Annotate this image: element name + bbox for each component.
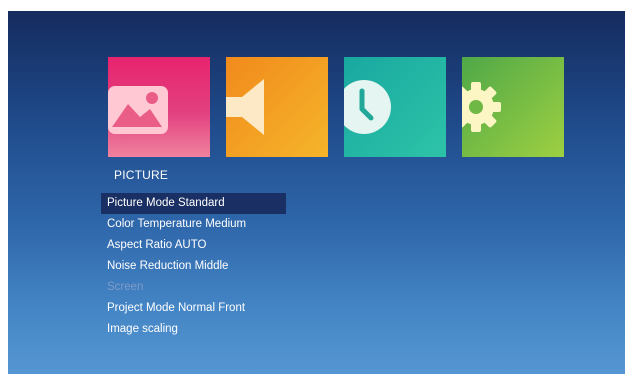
- section-title: PICTURE: [114, 168, 169, 182]
- menu-item-noise-reduction[interactable]: Noise Reduction Middle: [101, 256, 286, 277]
- menu-item-image-scaling[interactable]: Image scaling: [101, 319, 286, 340]
- clock-icon: [344, 80, 391, 134]
- gear-icon: [462, 82, 501, 132]
- tv-menu-screen: PICTURE Picture Mode Standard Color Temp…: [8, 11, 625, 374]
- menu-item-color-temperature[interactable]: Color Temperature Medium: [101, 214, 286, 235]
- speaker-icon: [226, 79, 264, 135]
- picture-tile[interactable]: [108, 57, 210, 157]
- image-icon: [108, 86, 168, 134]
- time-tile[interactable]: [344, 57, 446, 157]
- sound-tile[interactable]: [226, 57, 328, 157]
- menu-item-project-mode[interactable]: Project Mode Normal Front: [101, 298, 286, 319]
- menu-item-screen: Screen: [107, 281, 144, 293]
- menu-item-picture-mode[interactable]: Picture Mode Standard: [101, 193, 286, 214]
- menu-item-aspect-ratio[interactable]: Aspect Ratio AUTO: [101, 235, 286, 256]
- picture-settings-menu: Picture Mode Standard Color Temperature …: [101, 193, 286, 340]
- setup-tile[interactable]: [462, 57, 564, 157]
